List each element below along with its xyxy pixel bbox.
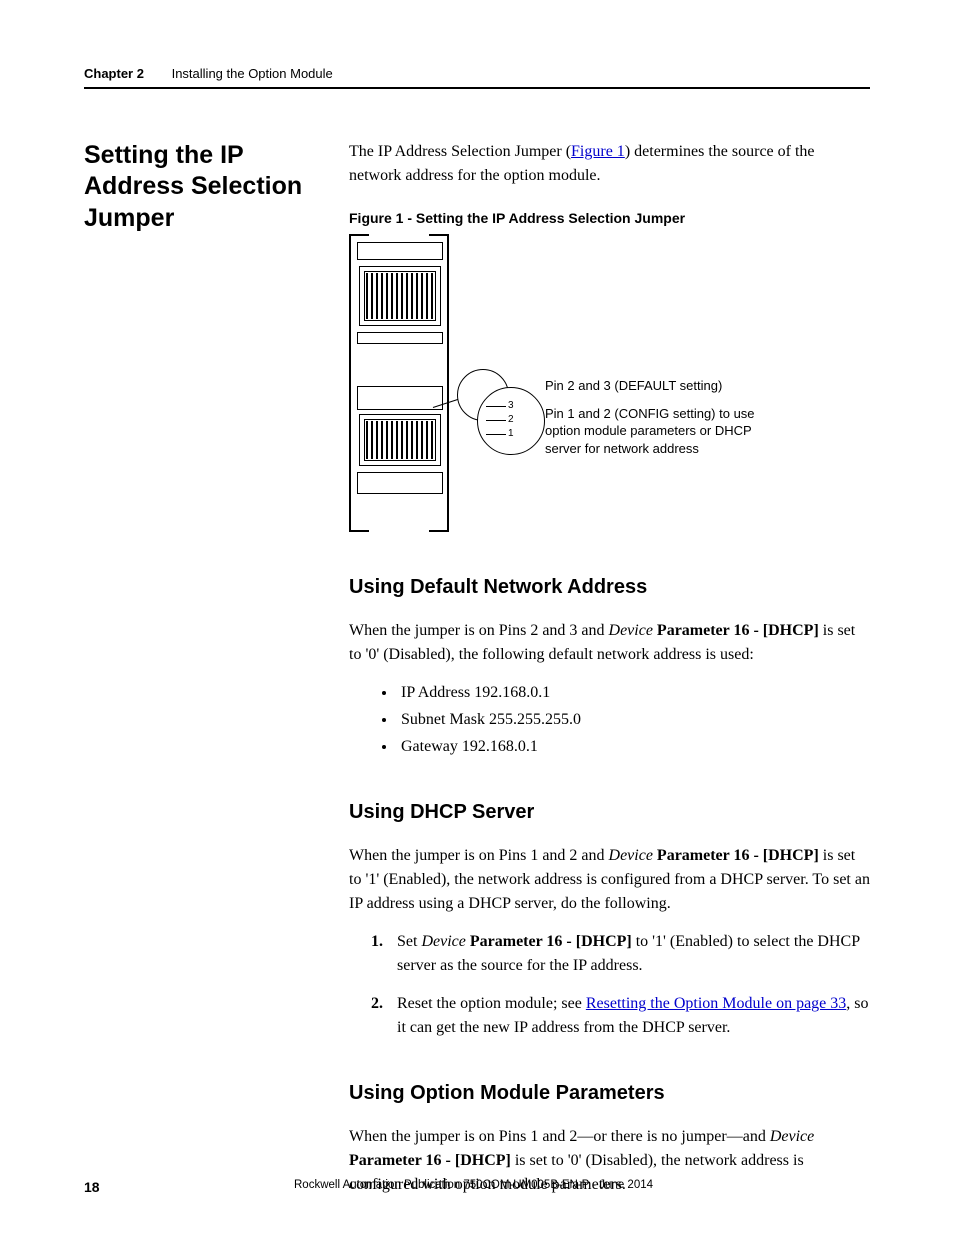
chapter-label: Chapter 2 [84, 66, 144, 81]
step-item: Reset the option module; see Resetting t… [397, 992, 870, 1040]
page-content: Setting the IP Address Selection Jumper … [84, 140, 870, 1211]
reset-link[interactable]: Resetting the Option Module on page 33 [586, 995, 846, 1012]
subsection-heading: Using Option Module Parameters [349, 1082, 870, 1105]
figure-annotations: Pin 2 and 3 (DEFAULT setting) Pin 1 and … [545, 377, 765, 457]
section-heading: Setting the IP Address Selection Jumper [84, 140, 349, 234]
body-text: When the jumper is on Pins 1 and 2 and D… [349, 844, 870, 916]
list-item: IP Address 192.168.0.1 [397, 681, 870, 706]
step-item: Set Device Parameter 16 - [DHCP] to '1' … [397, 930, 870, 978]
chapter-title: Installing the Option Module [172, 66, 333, 81]
page-footer: 18 Rockwell Automation Publication 750CO… [84, 1179, 870, 1195]
section-default-address: Using Default Network Address When the j… [349, 576, 870, 759]
annotation-config: Pin 1 and 2 (CONFIG setting) to use opti… [545, 405, 765, 458]
steps-list: Set Device Parameter 16 - [DHCP] to '1' … [349, 930, 870, 1040]
figure-link[interactable]: Figure 1 [571, 143, 625, 160]
figure-caption: Figure 1 - Setting the IP Address Select… [349, 210, 870, 226]
intro-paragraph: The IP Address Selection Jumper (Figure … [349, 140, 870, 188]
zoom-detail-circle: 3 2 1 [477, 387, 545, 455]
circuit-board-illustration [349, 234, 449, 532]
address-list: IP Address 192.168.0.1 Subnet Mask 255.2… [349, 681, 870, 759]
list-item: Gateway 192.168.0.1 [397, 735, 870, 760]
annotation-default: Pin 2 and 3 (DEFAULT setting) [545, 377, 765, 395]
list-item: Subnet Mask 255.255.255.0 [397, 708, 870, 733]
figure-diagram: 3 2 1 Pin 2 and 3 (DEFAULT setting) Pin … [349, 234, 870, 534]
subsection-heading: Using DHCP Server [349, 801, 870, 824]
publication-info: Rockwell Automation Publication 750COM-U… [294, 1179, 870, 1195]
subsection-heading: Using Default Network Address [349, 576, 870, 599]
page-header: Chapter 2 Installing the Option Module [84, 66, 870, 89]
section-dhcp: Using DHCP Server When the jumper is on … [349, 801, 870, 1040]
body-text: When the jumper is on Pins 2 and 3 and D… [349, 619, 870, 667]
page-number: 18 [84, 1179, 294, 1195]
